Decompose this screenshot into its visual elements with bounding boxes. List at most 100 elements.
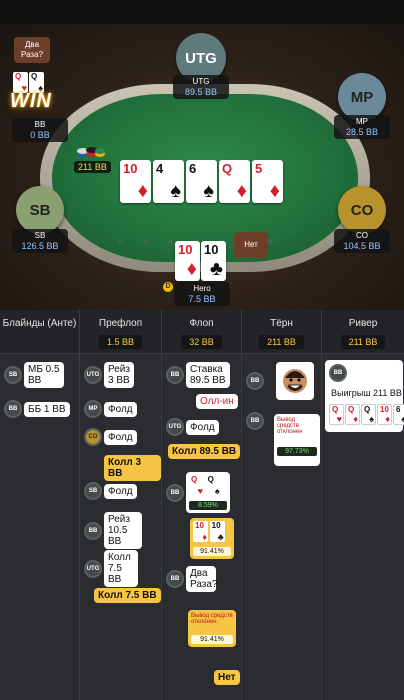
sb-nameplate: SB 126.5 BB: [12, 229, 68, 253]
preflop-action: UTG Колл 7.5 BB: [84, 550, 138, 587]
hero-hole-cards: 10 ♦ 10 ♣: [175, 241, 226, 281]
position-badge: UTG: [84, 559, 102, 578]
col-head-preflop: Префлоп 1.5 BB: [80, 310, 161, 354]
preflop-hero-action: Колл 7.5 BB: [92, 588, 161, 603]
action-label: Фолд: [104, 401, 137, 417]
top-bar: [0, 0, 404, 24]
eq-card: Q ♠: [205, 475, 221, 496]
chip-stack-icon: [77, 147, 105, 157]
bb-card-1-rank: Q: [15, 72, 22, 81]
eq-card: Q ♥: [189, 475, 204, 496]
action-label: Фолд: [104, 483, 137, 499]
eq-card-suit: ♣: [217, 532, 224, 542]
board-card-1-rank: 10: [123, 161, 138, 176]
board-card-3: 6 ♠: [186, 160, 217, 203]
position-badge-bb: BB: [246, 412, 264, 430]
win-card-suit: ♥: [336, 414, 342, 424]
hero-card-1: 10 ♦: [175, 241, 200, 281]
win-card: Q ♠: [361, 404, 376, 425]
action-label: ББ 1 BB: [24, 401, 70, 417]
utg-name: UTG: [192, 77, 210, 86]
position-badge-bb: BB: [166, 570, 184, 588]
turn-bb-reaction: BB: [246, 362, 314, 400]
col-pot-preflop: 1.5 BB: [98, 335, 143, 349]
board-card-4-suit: ♦: [236, 180, 247, 202]
board-card-1-suit: ♦: [137, 180, 148, 202]
hero-no-label: Нет: [214, 670, 240, 685]
bb-card-2-rank: Q: [31, 72, 38, 81]
col-head-river: Ривер 211 BB: [322, 310, 404, 354]
bb-stack: 0 BB: [30, 130, 50, 140]
board-card-1: 10 ♦: [120, 160, 151, 203]
co-name: CO: [356, 231, 368, 240]
eq-card-suit: ♥: [197, 486, 203, 496]
bb-chat-bubble: Два Раза?: [14, 37, 50, 63]
col-pot-river: 211 BB: [340, 335, 386, 349]
eq-card: 10 ♦: [193, 521, 208, 542]
co-stack: 104.5 BB: [343, 241, 381, 251]
utg-stack: 89.5 BB: [184, 87, 218, 97]
win-card-rank: 10: [380, 405, 389, 414]
col-pot-flop: 32 BB: [181, 335, 222, 349]
hero-action-label: Колл 7.5 BB: [94, 588, 161, 603]
board-card-4-rank: Q: [222, 161, 233, 176]
action-label: Ставка 89.5 BB: [186, 362, 230, 388]
preflop-action: SB Фолд: [84, 482, 137, 500]
action-label: МБ 0.5 BB: [24, 362, 64, 388]
hero-ev-card: Вывод средств отклонен 91.41%: [188, 610, 236, 647]
blinds-action-bb: BB ББ 1 BB: [4, 400, 70, 418]
bb-name: BB: [34, 120, 46, 129]
flop-bb-chat: BB Два Раза?: [166, 566, 218, 592]
col-title-flop: Флоп: [189, 318, 214, 329]
mp-name: MP: [356, 117, 368, 126]
bb-equity-card: Q ♥ Q ♠ 8.59%: [186, 472, 230, 513]
sb-avatar[interactable]: SB: [16, 186, 64, 234]
sb-stack: 126.5 BB: [21, 241, 59, 251]
preflop-action: BB Рейз 10.5 BB: [84, 512, 142, 549]
position-badge: UTG: [84, 366, 102, 384]
position-badge-utg: UTG: [166, 418, 184, 436]
win-card: 10 ♦: [377, 404, 392, 425]
flop-hero-no: Нет: [212, 670, 240, 685]
preflop-action: MP Фолд: [84, 400, 137, 418]
win-card-rank: Q: [332, 405, 339, 414]
history-col-river: Ривер 211 BB BB Выигрыш 211 BB Q ♥ Q ♦ Q ♠ 1…: [322, 310, 404, 700]
action-label: Фолд: [104, 429, 137, 445]
river-win-card: BB Выигрыш 211 BB Q ♥ Q ♦ Q ♠ 10 ♦ 6 ♠: [325, 360, 404, 432]
mp-avatar[interactable]: MP: [338, 73, 386, 121]
col-head-turn: Тёрн 211 BB: [242, 310, 321, 354]
position-badge-bb: BB: [166, 366, 184, 384]
poker-table: U S R E A S N UTG UTG 89.5 BB MP MP 28.5…: [0, 24, 404, 310]
position-badge-bb: BB: [166, 483, 184, 502]
board-card-5-rank: 5: [255, 161, 263, 176]
board-card-5-suit: ♦: [269, 180, 280, 202]
board-card-2-rank: 4: [156, 161, 164, 176]
col-title-river: Ривер: [348, 318, 378, 329]
win-card-suit: ♠: [369, 414, 374, 424]
co-avatar[interactable]: CO: [338, 186, 386, 234]
position-badge: CO: [84, 428, 102, 446]
col-title-preflop: Префлоп: [98, 318, 143, 329]
utg-nameplate: UTG 89.5 BB: [173, 75, 229, 99]
dealer-button-icon: D: [163, 282, 173, 292]
bb-nameplate: BB 0 BB: [12, 118, 68, 142]
position-badge: BB: [84, 521, 102, 540]
position-badge: SB: [84, 482, 102, 500]
hero-card-2: 10 ♣: [201, 241, 226, 281]
hero-chat-bubble: Нет: [234, 232, 268, 258]
win-banner: WIN: [10, 90, 52, 112]
win-card-suit: ♦: [353, 414, 358, 424]
eq-card-rank: 10: [195, 521, 204, 530]
hero-card-2-suit: ♣: [209, 258, 223, 280]
flop-hero-call: Колл 89.5 BB: [166, 444, 241, 459]
board-card-5: 5 ♦: [252, 160, 283, 203]
mp-nameplate: MP 28.5 BB: [334, 115, 390, 139]
preflop-action: CO Фолд: [84, 428, 137, 446]
hero-equity-card: 10 ♦ 10 ♣ 91.41%: [190, 518, 234, 559]
ev-title: Вывод средств отклонен: [191, 613, 233, 625]
bb-equity-pct: 8.59%: [189, 501, 227, 510]
eq-card: 10 ♣: [209, 521, 225, 542]
board-cards: 10 ♦ 4 ♠ 6 ♠ Q ♦ 5 ♦: [120, 160, 283, 203]
allin-label: Олл-ин: [196, 394, 238, 409]
history-col-preflop: Префлоп 1.5 BB UTG Рейз 3 BB MP Фолд CO Фолд…: [80, 310, 162, 700]
